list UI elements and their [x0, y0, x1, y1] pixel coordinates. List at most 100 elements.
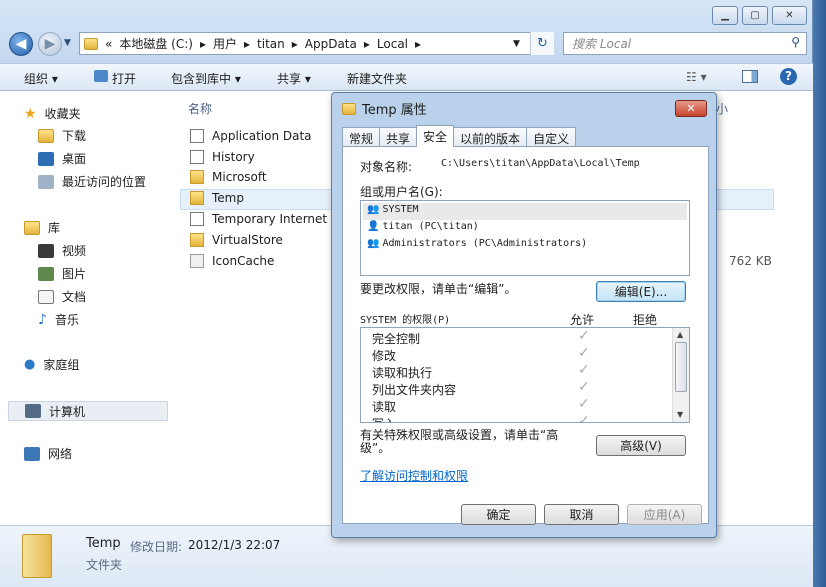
- file-row[interactable]: VirtualStore: [190, 233, 283, 247]
- nav-videos[interactable]: 视频: [38, 242, 86, 259]
- breadcrumb-local[interactable]: Local: [377, 37, 408, 51]
- shortcut-icon: [190, 150, 204, 164]
- file-row[interactable]: Temporary Internet: [190, 212, 327, 226]
- nav-libraries[interactable]: 库: [24, 219, 60, 236]
- nav-favorites[interactable]: ★ 收藏夹: [24, 105, 81, 122]
- advanced-button[interactable]: 高级(V): [596, 435, 686, 456]
- nav-downloads[interactable]: 下载: [38, 127, 86, 144]
- permissions-list: 完全控制 修改 读取和执行 列出文件夹内容 读取 写入 ✓ ✓ ✓ ✓ ✓ ✓ …: [360, 327, 690, 423]
- share-button[interactable]: 共享 ▾: [277, 70, 311, 87]
- nav-pictures[interactable]: 图片: [38, 265, 86, 282]
- nav-label: 最近访问的位置: [62, 175, 147, 189]
- column-header-name[interactable]: 名称: [188, 100, 212, 117]
- open-label: 打开: [112, 72, 137, 86]
- scrollbar-thumb[interactable]: [675, 342, 687, 392]
- nav-recent[interactable]: 最近访问的位置: [38, 173, 146, 190]
- close-window-button[interactable]: ✕: [772, 6, 807, 25]
- videos-icon: [38, 243, 54, 258]
- tab-security[interactable]: 安全: [416, 125, 455, 147]
- organize-button[interactable]: 组织 ▾: [24, 70, 58, 87]
- breadcrumb-drive[interactable]: 本地磁盘 (C:): [119, 35, 193, 52]
- breadcrumb-overflow[interactable]: «: [105, 37, 112, 51]
- help-icon[interactable]: ?: [780, 68, 797, 85]
- nav-music[interactable]: ♪ 音乐: [38, 311, 79, 328]
- nav-label: 家庭组: [43, 358, 80, 372]
- advanced-hint: 有关特殊权限或高级设置，请单击“高级”。: [360, 428, 559, 455]
- recent-places-icon: [38, 174, 54, 189]
- recent-pages-chevron-icon[interactable]: ▼: [64, 38, 71, 48]
- scroll-down-icon[interactable]: ▼: [677, 410, 683, 419]
- back-button[interactable]: ◀: [9, 32, 33, 56]
- user-row[interactable]: 👤 titan (PC\titan): [367, 221, 479, 232]
- nav-documents[interactable]: 文档: [38, 288, 86, 305]
- ok-button[interactable]: 确定: [461, 504, 536, 525]
- users-list[interactable]: 👥 SYSTEM 👤 titan (PC\titan) 👥 Administrator…: [360, 200, 690, 276]
- minimize-button[interactable]: ▁: [712, 6, 738, 25]
- nav-computer[interactable]: 计算机: [8, 401, 168, 421]
- group-label: 组或用户名(G):: [360, 185, 443, 199]
- breadcrumb-titan[interactable]: titan: [257, 37, 285, 51]
- users-icon: 👥: [367, 238, 380, 249]
- tab-general[interactable]: 常规: [342, 127, 381, 147]
- folder-icon: [190, 191, 204, 205]
- permission-row: 列出文件夹内容: [372, 383, 457, 397]
- command-bar: 组织 ▾ 打开 包含到库中 ▾ 共享 ▾ 新建文件夹 ☷ ▾ ?: [0, 63, 813, 91]
- breadcrumb-sep[interactable]: ▸: [415, 37, 421, 51]
- forward-button[interactable]: ▶: [38, 32, 62, 56]
- tab-previous-versions[interactable]: 以前的版本: [453, 127, 528, 147]
- learn-more-link[interactable]: 了解访问控制和权限: [360, 467, 468, 484]
- file-name: Microsoft: [212, 170, 267, 184]
- cancel-button[interactable]: 取消: [544, 504, 619, 525]
- allow-check-icon: ✓: [578, 345, 590, 361]
- breadcrumb-sep[interactable]: ▸: [200, 37, 206, 51]
- allow-check-icon: ✓: [578, 396, 590, 412]
- open-button[interactable]: 打开: [94, 70, 136, 87]
- search-input[interactable]: 搜索 Local ⚲: [563, 32, 807, 55]
- nav-desktop[interactable]: 桌面: [38, 150, 86, 167]
- folder-icon: [190, 170, 204, 184]
- new-folder-button[interactable]: 新建文件夹: [347, 70, 407, 87]
- downloads-folder-icon: [38, 128, 54, 143]
- nav-homegroup[interactable]: ● 家庭组: [24, 356, 79, 373]
- view-options-icon[interactable]: ☷ ▾: [686, 70, 707, 84]
- breadcrumb-sep[interactable]: ▸: [364, 37, 370, 51]
- search-placeholder: 搜索 Local: [572, 37, 632, 51]
- tab-sharing[interactable]: 共享: [379, 127, 418, 147]
- user-row[interactable]: 👥 Administrators (PC\Administrators): [367, 238, 587, 249]
- dialog-tabs: 常规 共享 安全 以前的版本 自定义: [342, 125, 577, 147]
- nav-label: 下载: [62, 129, 87, 143]
- tab-customize[interactable]: 自定义: [526, 127, 577, 147]
- user-row[interactable]: 👥 SYSTEM: [367, 204, 419, 215]
- open-icon: [94, 70, 108, 82]
- breadcrumb-sep[interactable]: ▸: [292, 37, 298, 51]
- nav-label: 桌面: [62, 152, 87, 166]
- properties-dialog: Temp 属性 ✕ 常规 共享 安全 以前的版本 自定义 对象名称: C:\Us…: [331, 92, 717, 538]
- address-bar[interactable]: « 本地磁盘 (C:) ▸ 用户 ▸ titan ▸ AppData ▸ Loc…: [79, 32, 554, 55]
- computer-icon: [25, 404, 41, 418]
- file-name: VirtualStore: [212, 233, 283, 247]
- column-header-size[interactable]: 小: [716, 100, 728, 117]
- nav-network[interactable]: 网络: [24, 445, 72, 462]
- include-in-library-button[interactable]: 包含到库中 ▾: [171, 70, 241, 87]
- edit-button[interactable]: 编辑(E)...: [596, 281, 686, 302]
- refresh-icon[interactable]: ↻: [530, 32, 554, 55]
- search-icon[interactable]: ⚲: [791, 35, 800, 49]
- breadcrumb-sep[interactable]: ▸: [244, 37, 250, 51]
- scroll-up-icon[interactable]: ▲: [677, 330, 683, 339]
- file-row[interactable]: Application Data: [190, 129, 312, 143]
- file-row[interactable]: Microsoft: [190, 170, 267, 184]
- file-row[interactable]: Temp: [190, 191, 244, 205]
- file-row[interactable]: History: [190, 150, 255, 164]
- permissions-scrollbar[interactable]: ▲ ▼: [672, 328, 689, 422]
- maximize-button[interactable]: ▢: [742, 6, 768, 25]
- nav-label: 视频: [62, 244, 87, 258]
- address-dropdown-icon[interactable]: ▼: [513, 39, 520, 49]
- allow-check-icon: ✓: [578, 362, 590, 378]
- file-row[interactable]: IconCache: [190, 254, 274, 268]
- preview-pane-icon[interactable]: [742, 70, 758, 83]
- homegroup-icon: ●: [24, 357, 36, 372]
- dialog-close-button[interactable]: ✕: [675, 100, 707, 117]
- breadcrumb-users[interactable]: 用户: [213, 35, 237, 52]
- breadcrumb-appdata[interactable]: AppData: [305, 37, 357, 51]
- apply-button[interactable]: 应用(A): [627, 504, 702, 525]
